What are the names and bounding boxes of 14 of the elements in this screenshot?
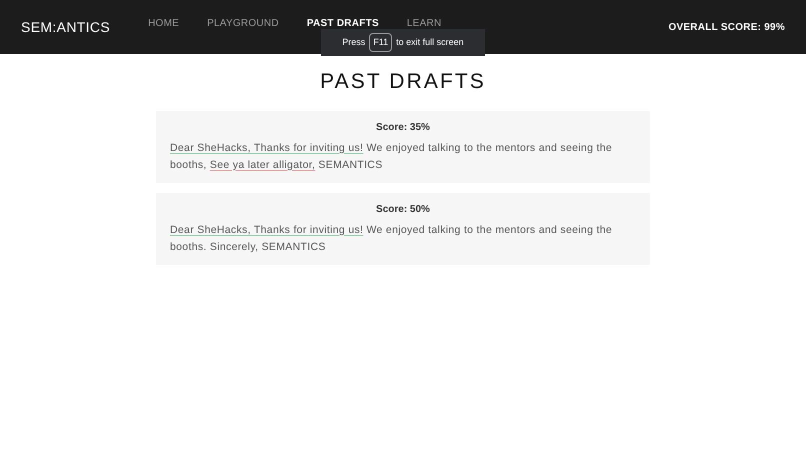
nav-link[interactable]: PAST DRAFTS (306, 18, 379, 28)
draft-score: Score: 50% (375, 202, 431, 216)
draft-score: Score: 35% (375, 120, 431, 134)
nav-link[interactable]: HOME (148, 18, 180, 28)
logo: SEM:ANTICS (21, 18, 110, 36)
notice-text: to exit full screen (396, 36, 464, 49)
draft-text: Dear SheHacks, Thanks for inviting us! We enjoyed talking to the mentors and seeing the booths, See ya later alligator, SEMANTICS (170, 140, 614, 172)
nav-link[interactable]: LEARN (406, 18, 442, 28)
overall-score: OVERALL SCORE: 99% (668, 20, 785, 34)
page-title: PAST DRAFTS (319, 69, 487, 95)
key-label: F11 (369, 32, 392, 52)
notice-text: Press (342, 36, 366, 49)
draft-text: Dear SheHacks, Thanks for inviting us! We enjoyed talking to the mentors and seeing the booths. Sincerely, SEMANTICS (170, 222, 614, 254)
nav-link[interactable]: PLAYGROUND (207, 18, 279, 28)
